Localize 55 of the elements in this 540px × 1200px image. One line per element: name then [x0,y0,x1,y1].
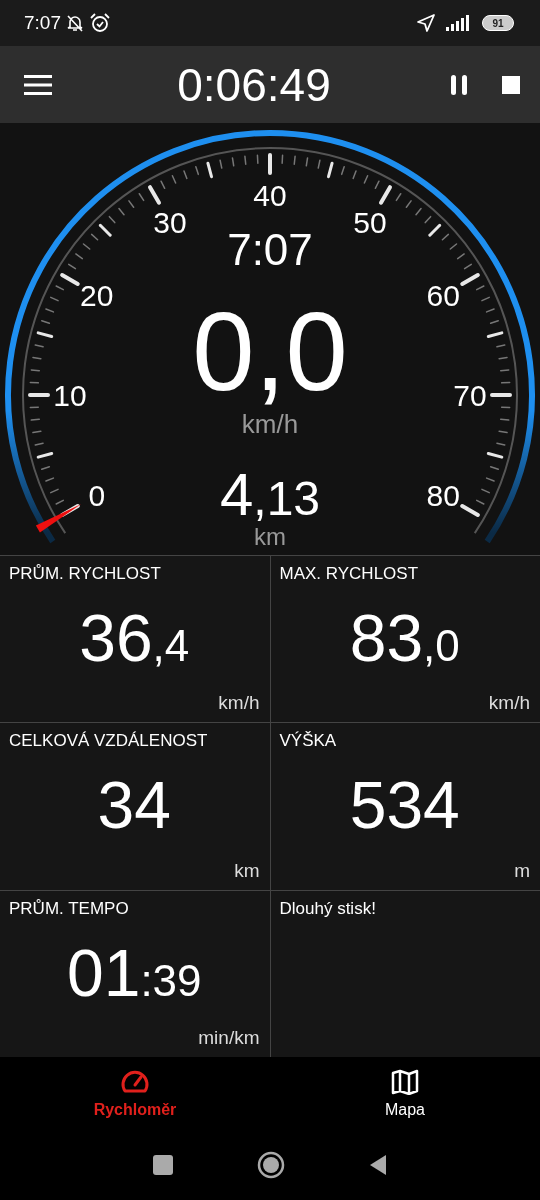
nav-tab[interactable]: Mapa [270,1057,540,1130]
clock-time: 7:07 [227,225,313,274]
tile-label: VÝŠKA [279,731,337,752]
scale-label: 80 [426,479,460,512]
back-button[interactable] [369,1154,387,1176]
tile-value: 01:39 [66,939,202,1006]
battery-level: 91 [482,15,514,31]
status-time: 7:07 [24,12,61,34]
stat-tile[interactable]: Dlouhý stisk! [270,890,540,1057]
tile-label: PRŮM. RYCHLOST [9,564,161,584]
pause-icon [450,74,468,95]
pause-button[interactable] [450,74,468,95]
stop-button[interactable] [502,75,520,94]
tile-unit: m [514,859,530,882]
signal-icon [446,15,470,31]
tile-unit: km/h [488,692,530,715]
stat-tile[interactable]: CELKOVÁ VZDÁLENOST 34 km [0,723,270,890]
scale-label: 20 [80,279,114,312]
alarm-icon [89,12,111,34]
tile-value: 36,4 [79,605,190,672]
speedometer-icon [120,1068,150,1095]
tile-unit: km/h [218,692,260,715]
bell-off-icon [65,13,85,33]
tile-value: 34 [97,772,171,839]
stat-tile[interactable]: PRŮM. RYCHLOST 36,4 km/h [0,556,270,723]
home-icon [257,1151,285,1179]
scale-label: 10 [53,379,87,412]
stop-icon [502,75,520,94]
nav-tab[interactable]: Rychloměr [0,1057,270,1130]
menu-icon [24,74,52,95]
tile-label: MAX. RYCHLOST [279,564,419,584]
stat-tile[interactable]: MAX. RYCHLOST 83,0 km/h [270,556,540,723]
scale-label: 50 [353,205,387,239]
menu-button[interactable] [24,74,52,95]
scale-label: 0 [88,479,106,512]
square-icon [153,1155,173,1175]
location-arrow-icon [416,13,436,33]
back-icon [369,1154,387,1176]
stat-tile[interactable]: VÝŠKA 534 m [270,723,540,890]
tile-value: 534 [349,772,460,839]
tile-label: Dlouhý stisk! [279,898,376,919]
tile-unit: min/km [198,1027,260,1049]
stat-tile[interactable]: PRŮM. TEMPO 01:39 min/km [0,890,270,1057]
scale-label: 60 [426,279,460,312]
tile-label: CELKOVÁ VZDÁLENOST [9,731,208,752]
map-icon [391,1068,419,1095]
home-button[interactable] [257,1151,285,1179]
scale-label: 40 [253,179,287,212]
tile-label: PRŮM. TEMPO [9,898,129,919]
needle [35,504,82,533]
scale-label: 30 [153,205,187,239]
tile-value: 83,0 [349,605,460,672]
scale-label: 70 [453,379,487,412]
elapsed-time: 0:06:49 [176,57,332,112]
tile-unit: km [234,859,260,882]
